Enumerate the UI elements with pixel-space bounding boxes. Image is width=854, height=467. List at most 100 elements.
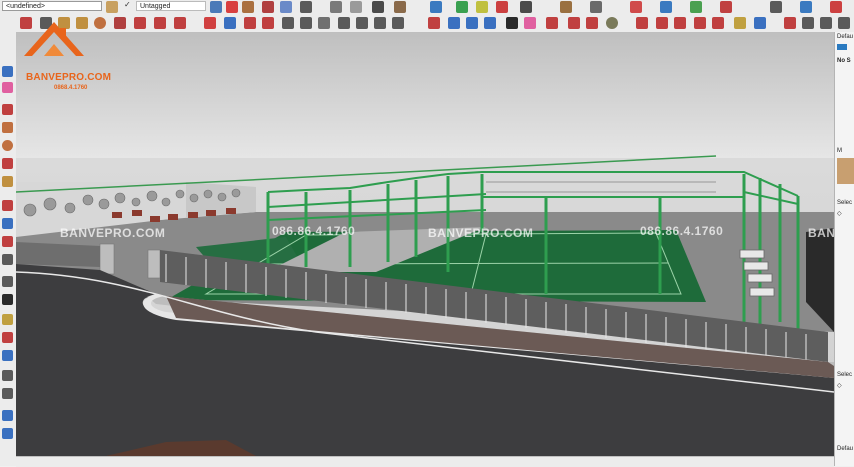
layer-dropdown[interactable]: <undefined>: [2, 1, 102, 11]
tool-icon[interactable]: [242, 1, 254, 13]
tape-icon[interactable]: [2, 314, 13, 325]
pencil-icon[interactable]: [2, 104, 13, 115]
circle-icon[interactable]: [2, 140, 13, 151]
move-icon[interactable]: [204, 17, 216, 29]
materials-header[interactable]: M: [837, 148, 842, 154]
tool-icon[interactable]: [318, 17, 330, 29]
zoom-icon[interactable]: [2, 350, 13, 361]
tape-icon[interactable]: [734, 17, 746, 29]
model-viewport[interactable]: [16, 32, 834, 456]
tool-icon[interactable]: [372, 1, 384, 13]
layer-icon[interactable]: [106, 1, 118, 13]
rectangle-icon[interactable]: [2, 122, 13, 133]
tool-icon[interactable]: [712, 17, 724, 29]
house-logo-icon: [24, 22, 84, 56]
brand-logo: BANVEPRO.COM 0868.4.1760: [14, 14, 111, 94]
tool-icon[interactable]: [694, 17, 706, 29]
tool-icon[interactable]: [350, 1, 362, 13]
tool-icon[interactable]: [2, 276, 13, 287]
arc-icon[interactable]: [2, 158, 13, 169]
tool-icon[interactable]: [2, 410, 13, 421]
scale-icon[interactable]: [2, 254, 13, 265]
tool-icon[interactable]: [484, 17, 496, 29]
tool-icon[interactable]: [476, 1, 488, 13]
tool-icon[interactable]: [456, 1, 468, 13]
push-pull-icon[interactable]: [224, 17, 236, 29]
move-icon[interactable]: [2, 200, 13, 211]
arc-icon[interactable]: [174, 17, 186, 29]
orbit-icon[interactable]: [784, 17, 796, 29]
pencil-icon[interactable]: [546, 17, 558, 29]
scene: [16, 32, 834, 456]
tool-icon[interactable]: [374, 17, 386, 29]
tool-icon[interactable]: [630, 1, 642, 13]
orbit-icon[interactable]: [2, 370, 13, 381]
tool-icon[interactable]: [606, 17, 618, 29]
house-icon[interactable]: [356, 17, 368, 29]
tool-icon[interactable]: [210, 1, 222, 13]
status-bar: [16, 456, 834, 467]
brand-name: BANVEPRO.COM: [26, 72, 112, 83]
watermark-text: BANVEPRO.COM: [428, 226, 534, 240]
zoom-extents-icon[interactable]: [838, 17, 850, 29]
tool-icon[interactable]: [2, 66, 13, 77]
tool-icon[interactable]: [300, 1, 312, 13]
tool-icon[interactable]: [800, 1, 812, 13]
arc-icon[interactable]: [154, 17, 166, 29]
tool-icon[interactable]: [690, 1, 702, 13]
tool-icon[interactable]: [226, 1, 238, 13]
tool-icon[interactable]: [2, 332, 13, 343]
tool-icon[interactable]: [280, 1, 292, 13]
default-tray: Defau No S M Selec ◇ Selec ◇ Defau: [834, 32, 854, 466]
tool-icon[interactable]: [754, 17, 766, 29]
tool-icon[interactable]: [660, 1, 672, 13]
select-icon[interactable]: [506, 17, 518, 29]
panel-collapse-icon[interactable]: [837, 44, 847, 50]
polygon-icon[interactable]: [114, 17, 126, 29]
tool-icon[interactable]: [262, 1, 274, 13]
material-swatch[interactable]: [837, 158, 854, 184]
tool-icon[interactable]: [330, 1, 342, 13]
rotate-icon[interactable]: [2, 236, 13, 247]
tag-dropdown[interactable]: Untagged: [136, 1, 206, 11]
watermark-phone: 086.86.4.1760: [272, 224, 356, 238]
select-icon[interactable]: [2, 294, 13, 305]
eraser-icon[interactable]: [2, 82, 13, 93]
tool-icon[interactable]: [392, 17, 404, 29]
tool-icon[interactable]: [430, 1, 442, 13]
zoom-icon[interactable]: [820, 17, 832, 29]
toolbar-row-2: [0, 14, 854, 33]
pan-icon[interactable]: [802, 17, 814, 29]
pan-icon[interactable]: [2, 388, 13, 399]
tool-icon[interactable]: [394, 1, 406, 13]
follow-me-icon[interactable]: [262, 17, 274, 29]
tool-icon[interactable]: [720, 1, 732, 13]
eraser-icon[interactable]: [524, 17, 536, 29]
tool-icon[interactable]: [2, 428, 13, 439]
tool-icon[interactable]: [520, 1, 532, 13]
tool-icon[interactable]: [830, 1, 842, 13]
scale-icon[interactable]: [282, 17, 294, 29]
diamond-icon[interactable]: ◇: [837, 210, 842, 217]
tool-icon[interactable]: [656, 17, 668, 29]
tool-icon[interactable]: [636, 17, 648, 29]
tool-icon[interactable]: [586, 17, 598, 29]
watermark-phone: 086.86.4.1760: [640, 224, 724, 238]
entity-info-label: No S: [837, 58, 851, 64]
arc-icon[interactable]: [134, 17, 146, 29]
diamond-icon[interactable]: ◇: [837, 382, 842, 389]
tool-icon[interactable]: [2, 176, 13, 187]
tool-icon[interactable]: [428, 17, 440, 29]
tool-icon[interactable]: [338, 17, 350, 29]
tool-icon[interactable]: [560, 1, 572, 13]
tool-icon[interactable]: [770, 1, 782, 13]
tool-icon[interactable]: [590, 1, 602, 13]
offset-icon[interactable]: [300, 17, 312, 29]
rotate-icon[interactable]: [244, 17, 256, 29]
tool-icon[interactable]: [568, 17, 580, 29]
tool-icon[interactable]: [466, 17, 478, 29]
push-pull-icon[interactable]: [2, 218, 13, 229]
tool-icon[interactable]: [674, 17, 686, 29]
tool-icon[interactable]: [496, 1, 508, 13]
tool-icon[interactable]: [448, 17, 460, 29]
